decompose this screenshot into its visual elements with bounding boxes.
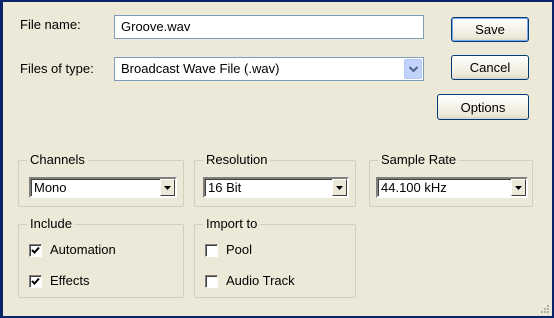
resolution-group-title: Resolution bbox=[203, 152, 271, 167]
channels-value: Mono bbox=[34, 180, 67, 195]
save-button[interactable]: Save bbox=[451, 17, 529, 42]
resize-grip-icon[interactable] bbox=[539, 303, 550, 314]
audio-track-checkbox[interactable] bbox=[205, 275, 218, 288]
automation-label[interactable]: Automation bbox=[50, 242, 116, 257]
effects-label[interactable]: Effects bbox=[50, 273, 90, 288]
include-group-title: Include bbox=[27, 216, 75, 231]
resolution-group: Resolution 16 Bit bbox=[194, 152, 356, 207]
pool-checkbox[interactable] bbox=[205, 244, 218, 257]
resolution-value: 16 Bit bbox=[208, 180, 242, 195]
chevron-down-icon bbox=[409, 66, 418, 73]
files-of-type-combobox[interactable]: Broadcast Wave File (.wav) bbox=[114, 57, 424, 81]
effects-checkbox[interactable] bbox=[29, 275, 42, 288]
file-name-label: File name: bbox=[20, 17, 81, 32]
import-to-group-title: Import to bbox=[203, 216, 261, 231]
sample-rate-dropdown-button[interactable] bbox=[511, 179, 526, 196]
pool-label[interactable]: Pool bbox=[226, 242, 252, 257]
export-dialog: File name: Groove.wav Files of type: Bro… bbox=[0, 0, 554, 318]
files-of-type-dropdown-button[interactable] bbox=[404, 59, 422, 79]
sample-rate-select[interactable]: 44.100 kHz bbox=[376, 177, 528, 198]
file-name-value: Groove.wav bbox=[121, 19, 191, 34]
channels-group: Channels Mono bbox=[18, 152, 184, 207]
dropdown-arrow-icon bbox=[515, 186, 522, 190]
import-to-group: Import to Pool Audio Track bbox=[194, 216, 356, 298]
checkmark-icon bbox=[31, 246, 40, 254]
checkmark-icon bbox=[31, 277, 40, 285]
file-name-input[interactable]: Groove.wav bbox=[114, 15, 424, 39]
resolution-dropdown-button[interactable] bbox=[332, 179, 347, 196]
resolution-select[interactable]: 16 Bit bbox=[203, 177, 349, 198]
audio-track-label[interactable]: Audio Track bbox=[226, 273, 295, 288]
channels-select[interactable]: Mono bbox=[29, 177, 177, 198]
sample-rate-value: 44.100 kHz bbox=[381, 180, 447, 195]
options-button[interactable]: Options bbox=[437, 94, 529, 120]
include-group: Include Automation Effects bbox=[18, 216, 184, 298]
sample-rate-group: Sample Rate 44.100 kHz bbox=[369, 152, 533, 207]
files-of-type-label: Files of type: bbox=[20, 61, 94, 76]
files-of-type-value: Broadcast Wave File (.wav) bbox=[121, 61, 280, 76]
sample-rate-group-title: Sample Rate bbox=[378, 152, 460, 167]
dropdown-arrow-icon bbox=[336, 186, 343, 190]
channels-dropdown-button[interactable] bbox=[160, 179, 175, 196]
channels-group-title: Channels bbox=[27, 152, 88, 167]
dropdown-arrow-icon bbox=[164, 186, 171, 190]
automation-checkbox[interactable] bbox=[29, 244, 42, 257]
cancel-button[interactable]: Cancel bbox=[451, 55, 529, 80]
